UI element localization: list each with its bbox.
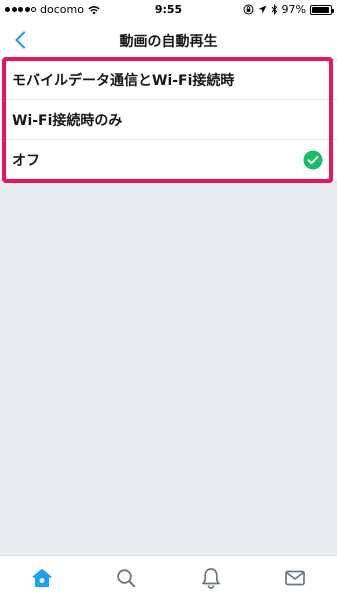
bluetooth-icon <box>271 4 277 15</box>
navigation-bar: 動画の自動再生 <box>0 20 337 60</box>
status-bar: docomo 9:55 97% <box>0 0 337 20</box>
option-mobile-and-wifi[interactable]: モバイルデータ通信とWi-Fi接続時 <box>0 60 337 100</box>
status-right: 97% <box>243 3 334 16</box>
tab-messages[interactable] <box>275 558 315 598</box>
option-wifi-only[interactable]: Wi-Fi接続時のみ <box>0 100 337 140</box>
search-icon <box>117 569 136 588</box>
location-icon <box>258 5 267 14</box>
tab-home[interactable] <box>22 558 62 598</box>
page-title: 動画の自動再生 <box>119 34 218 50</box>
option-label: モバイルデータ通信とWi-Fi接続時 <box>12 72 235 89</box>
orientation-lock-icon <box>243 4 254 15</box>
checkmark-icon <box>303 150 323 170</box>
battery-percent: 97% <box>281 3 306 16</box>
autoplay-options-list: モバイルデータ通信とWi-Fi接続時 Wi-Fi接続時のみ オフ <box>0 60 337 181</box>
battery-level <box>312 6 330 13</box>
option-label: Wi-Fi接続時のみ <box>12 112 123 129</box>
messages-icon <box>285 570 305 586</box>
option-off[interactable]: オフ <box>0 140 337 180</box>
tab-notifications[interactable] <box>191 558 231 598</box>
tab-bar <box>0 555 337 600</box>
option-label: オフ <box>12 153 40 169</box>
tab-search[interactable] <box>106 558 146 598</box>
notifications-icon <box>201 568 220 589</box>
battery-icon <box>310 4 334 15</box>
home-icon <box>32 568 52 588</box>
